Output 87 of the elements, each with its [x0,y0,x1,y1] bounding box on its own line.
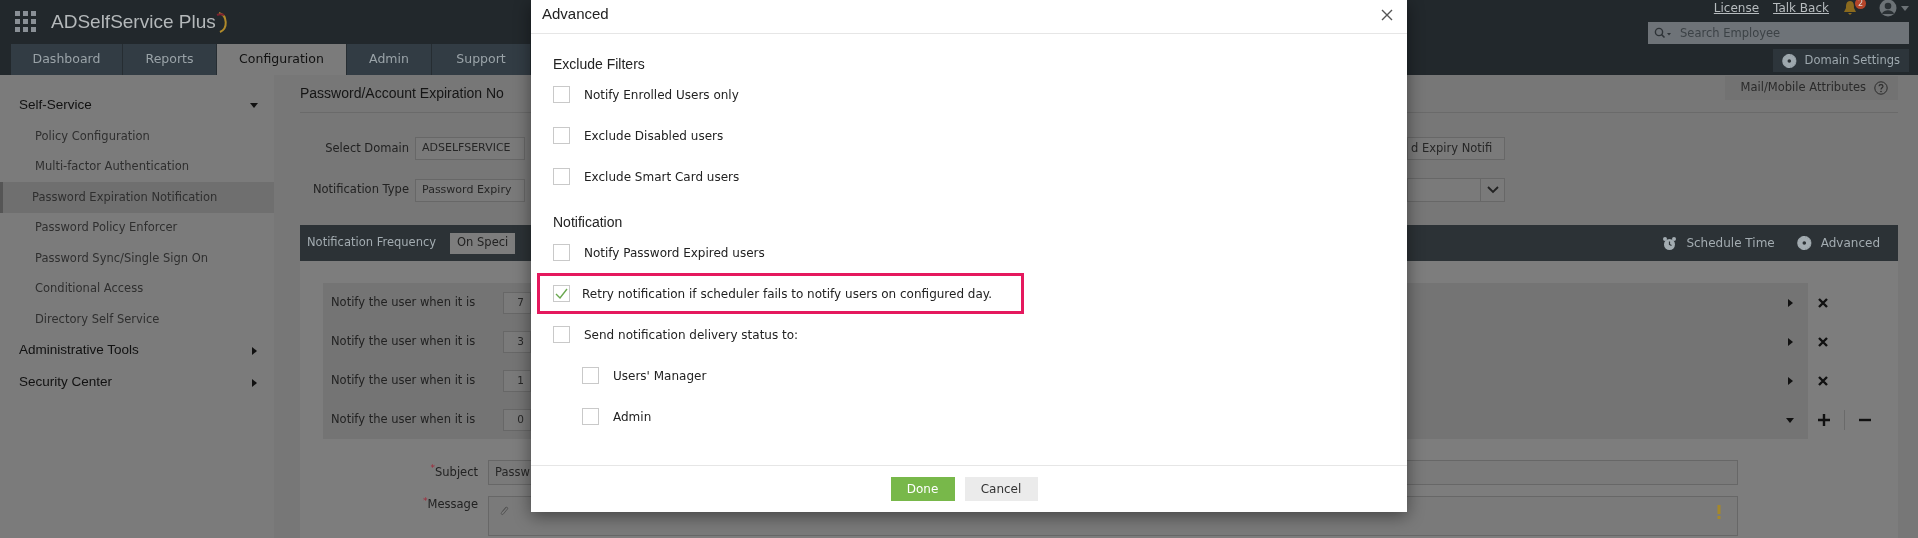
help-icon [1874,80,1888,95]
search-icon [1654,27,1672,39]
expand-caret-icon[interactable] [1786,415,1794,424]
close-icon [1381,8,1393,21]
nav-tab[interactable]: Admin [347,44,432,75]
sidebar-item[interactable]: Conditional Access [0,273,274,304]
option-label: Users' Manager [613,367,707,385]
days-field[interactable]: 3 [503,330,531,353]
plus-icon[interactable] [1818,413,1830,426]
rule-label: Notify the user when it is [331,371,477,389]
field-label: Select Domain [324,139,410,157]
close-icon[interactable] [1818,336,1828,347]
nav-tab[interactable]: Reports [123,44,217,75]
header-link[interactable]: Talk Back [1773,0,1829,17]
warning-icon [1717,505,1721,519]
option-label: Admin [613,408,652,426]
days-field[interactable]: 1 [503,369,531,392]
done-button[interactable]: Done [890,477,955,501]
check-icon [555,288,568,299]
frequency-select[interactable]: On Speci [450,232,516,254]
template-field[interactable]: d Expiry Notifi [1407,137,1505,160]
sidebar-item[interactable]: Directory Self Service [0,304,274,335]
advanced-button[interactable]: Advanced [1796,234,1880,252]
caret-icon[interactable] [250,378,258,387]
sidebar-section[interactable]: Administrative Tools [0,334,274,367]
checkbox[interactable] [582,408,599,425]
sidebar-item[interactable]: Password Expiration Notification [0,182,274,213]
sidebar-item[interactable]: Password Sync/Single Sign On [0,243,274,274]
message-label: $^{*}$Message [422,496,478,513]
caret-icon[interactable] [250,101,258,109]
expand-caret-icon[interactable] [1786,337,1794,346]
chevron-down-icon [1486,186,1499,194]
type-select[interactable]: Password Expiry [415,178,525,202]
expand-caret-icon[interactable] [1786,376,1794,385]
bell-icon[interactable] [1843,0,1857,15]
days-field[interactable]: 7 [503,291,531,314]
notification-badge: 2 [1855,0,1867,9]
rule-label: Notify the user when it is [331,410,477,428]
checkbox[interactable] [553,326,570,343]
option-label: Exclude Disabled users [584,127,724,145]
alarm-clock-icon [1662,235,1678,251]
option-label: Notify Enrolled Users only [584,86,739,104]
nav-tab[interactable]: Configuration [217,44,347,75]
dialog-title: Advanced [542,4,609,25]
option-label: Retry notification if scheduler fails to notify users on configured day. [582,285,992,303]
option-label: Notify Password Expired users [584,244,765,262]
schedule-time-button[interactable]: Schedule Time [1662,234,1775,252]
section-heading: Notification [553,212,624,232]
user-avatar-icon[interactable] [1879,0,1897,17]
dropdown-field[interactable] [1407,178,1505,202]
option-label: Exclude Smart Card users [584,168,740,186]
checkbox[interactable] [553,86,570,103]
frequency-label: Notification Frequency [307,234,437,252]
sidebar-item[interactable]: Multi-factor Authentication [0,151,274,182]
app-grid-icon[interactable] [15,11,37,33]
paperclip-icon[interactable] [499,505,509,517]
nav-tab[interactable]: Dashboard [11,44,123,75]
sidebar-item[interactable]: Policy Configuration [0,121,274,152]
cancel-button[interactable]: Cancel [964,477,1038,501]
page-title: Password/Account Expiration No [300,84,504,103]
rule-label: Notify the user when it is [331,332,477,350]
domain-settings-button[interactable]: Domain Settings [1772,49,1909,72]
close-button[interactable] [1381,8,1393,21]
field-label: Notification Type [311,181,410,199]
caret-icon[interactable] [250,346,258,355]
checkbox[interactable] [553,244,570,261]
checkbox[interactable] [582,367,599,384]
sidebar-item[interactable]: Password Policy Enforcer [0,212,274,243]
mail-attributes-button[interactable]: Mail/Mobile Attributes [1724,75,1898,100]
sidebar-section[interactable]: Security Center [0,366,274,399]
app-name: ADSelfService Plus [51,9,216,34]
caret-icon[interactable] [1901,4,1909,12]
nav-tab[interactable]: Support [432,44,531,75]
sidebar-section[interactable]: Self-Service [0,89,274,121]
days-field[interactable]: 0 [503,408,531,431]
expand-caret-icon[interactable] [1786,298,1794,307]
checkbox[interactable] [553,168,570,185]
close-icon[interactable] [1818,297,1828,308]
close-icon[interactable] [1818,375,1828,386]
checkbox[interactable] [553,127,570,144]
header-link[interactable]: License [1713,0,1760,17]
subject-label: $^{*}$Subject [429,463,478,481]
section-heading: Exclude Filters [553,54,646,74]
option-label: Send notification delivery status to: [584,326,799,344]
checkbox[interactable] [553,285,570,302]
rule-label: Notify the user when it is [331,293,477,311]
domain-select[interactable]: ADSELFSERVICE [415,137,525,160]
